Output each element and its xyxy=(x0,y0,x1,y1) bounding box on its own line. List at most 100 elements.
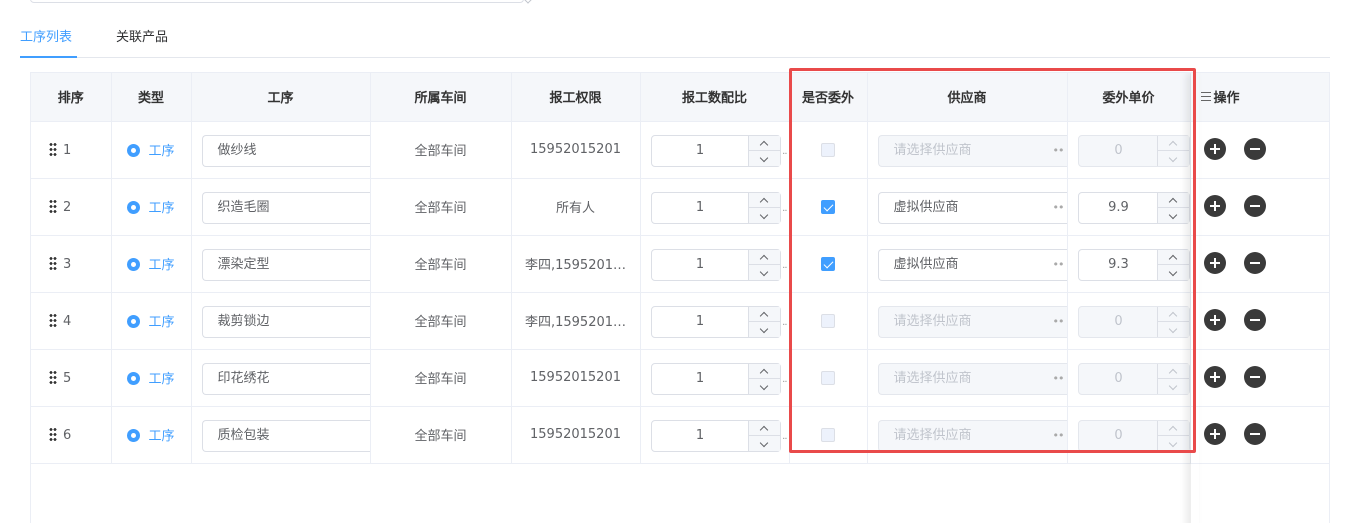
ops-cell xyxy=(1190,235,1329,293)
price-stepper[interactable]: 0 xyxy=(1077,362,1189,395)
tab-related-products[interactable]: 关联产品 xyxy=(116,22,176,58)
increment-button[interactable] xyxy=(748,193,780,208)
supplier-select[interactable]: 请选择供应商 •• xyxy=(877,134,1066,167)
add-row-icon[interactable] xyxy=(1203,251,1226,274)
increment-button[interactable] xyxy=(1157,307,1189,322)
increment-button[interactable] xyxy=(1157,421,1189,436)
supplier-value: 请选择供应商 xyxy=(893,427,972,443)
outsource-checkbox[interactable] xyxy=(821,142,835,157)
chevron-down-icon xyxy=(759,381,768,390)
remove-row-icon[interactable] xyxy=(1243,251,1266,274)
type-radio[interactable] xyxy=(127,315,141,328)
process-table: 排序 类型 工序 所属车间 报工权限 报工数配比 是否委外 供应商 委外单价 操… xyxy=(30,72,1330,523)
ratio-stepper[interactable]: 1 xyxy=(650,248,781,281)
chevron-up-icon xyxy=(1168,425,1177,434)
add-row-icon[interactable] xyxy=(1203,194,1226,217)
outsource-checkbox[interactable] xyxy=(821,199,835,214)
process-name-input[interactable]: 做纱线 xyxy=(201,134,369,167)
remove-row-icon[interactable] xyxy=(1243,137,1266,160)
process-name-input[interactable]: 裁剪锁边 xyxy=(201,305,369,338)
process-name-input[interactable]: 质检包装 xyxy=(201,419,369,452)
ratio-stepper[interactable]: 1 xyxy=(650,191,781,224)
drag-handle-icon[interactable] xyxy=(49,312,57,327)
type-radio[interactable] xyxy=(127,201,141,214)
add-row-icon[interactable] xyxy=(1203,422,1226,445)
chevron-up-icon xyxy=(759,425,768,434)
increment-button[interactable] xyxy=(748,136,780,151)
price-stepper[interactable]: 0 xyxy=(1077,134,1189,167)
price-stepper[interactable]: 9.3 xyxy=(1077,248,1189,281)
remove-row-icon[interactable] xyxy=(1243,308,1266,331)
chevron-up-icon xyxy=(1168,140,1177,149)
add-row-icon[interactable] xyxy=(1203,308,1226,331)
process-name-input[interactable]: 织造毛圈 xyxy=(201,191,369,224)
add-row-icon[interactable] xyxy=(1203,365,1226,388)
ratio-stepper[interactable]: 1 xyxy=(650,362,781,395)
price-stepper[interactable]: 9.9 xyxy=(1077,191,1189,224)
column-settings-icon[interactable] xyxy=(1200,92,1211,102)
drag-handle-icon[interactable] xyxy=(49,369,57,384)
remove-row-icon[interactable] xyxy=(1243,194,1266,217)
table-row: 4 工序 裁剪锁边 全部车间 李四,1595201… 1 ·· 请选择供应商 •• 0 xyxy=(31,292,1329,350)
tab-process-list[interactable]: 工序列表 xyxy=(20,22,77,58)
type-radio[interactable] xyxy=(127,372,141,385)
supplier-select[interactable]: 虚拟供应商 •• xyxy=(877,191,1066,224)
col-header-permission: 报工权限 xyxy=(511,73,641,122)
ellipsis-icon: ·· xyxy=(782,148,787,160)
more-icon: •• xyxy=(1052,200,1065,214)
top-select-input[interactable] xyxy=(30,0,524,3)
chevron-up-icon xyxy=(759,254,768,263)
remove-row-icon[interactable] xyxy=(1243,422,1266,445)
supplier-select[interactable]: 请选择供应商 •• xyxy=(877,362,1066,395)
process-name-input[interactable]: 印花绣花 xyxy=(201,362,369,395)
ratio-cell: 1 ·· xyxy=(640,406,790,464)
drag-handle-icon[interactable] xyxy=(49,255,57,270)
price-stepper[interactable]: 0 xyxy=(1077,419,1189,452)
ratio-stepper[interactable]: 1 xyxy=(650,305,781,338)
increment-button[interactable] xyxy=(1157,136,1189,151)
increment-button[interactable] xyxy=(748,364,780,379)
ratio-cell: 1 ·· xyxy=(640,235,790,293)
col-header-outsource: 是否委外 xyxy=(789,73,868,122)
col-header-ops: 操作 xyxy=(1190,73,1329,122)
type-radio[interactable] xyxy=(127,258,141,271)
supplier-value: 虚拟供应商 xyxy=(893,199,959,215)
drag-handle-icon[interactable] xyxy=(49,141,57,156)
price-cell: 0 xyxy=(1067,406,1191,464)
type-radio[interactable] xyxy=(127,429,141,442)
increment-button[interactable] xyxy=(748,250,780,265)
chevron-down-icon xyxy=(759,267,768,276)
supplier-select[interactable]: 虚拟供应商 •• xyxy=(877,248,1066,281)
increment-button[interactable] xyxy=(1157,250,1189,265)
ratio-stepper[interactable]: 1 xyxy=(650,134,781,167)
increment-button[interactable] xyxy=(748,421,780,436)
drag-handle-icon[interactable] xyxy=(49,426,57,441)
sort-number: 3 xyxy=(63,256,72,272)
workshop-cell: 全部车间 xyxy=(370,292,512,350)
type-cell: 工序 xyxy=(111,178,192,236)
process-name-input[interactable]: 漂染定型 xyxy=(201,248,369,281)
drag-handle-icon[interactable] xyxy=(49,198,57,213)
workshop-cell: 全部车间 xyxy=(370,349,512,407)
outsource-checkbox[interactable] xyxy=(821,427,835,442)
increment-button[interactable] xyxy=(748,307,780,322)
type-radio[interactable] xyxy=(127,144,141,157)
price-stepper[interactable]: 0 xyxy=(1077,305,1189,338)
col-header-supplier: 供应商 xyxy=(867,73,1068,122)
outsource-checkbox[interactable] xyxy=(821,370,835,385)
remove-row-icon[interactable] xyxy=(1243,365,1266,388)
increment-button[interactable] xyxy=(1157,193,1189,208)
supplier-value: 请选择供应商 xyxy=(893,370,972,386)
supplier-select[interactable]: 请选择供应商 •• xyxy=(877,305,1066,338)
ellipsis-icon: ·· xyxy=(782,433,787,445)
price-cell: 9.3 xyxy=(1067,235,1191,293)
type-label: 工序 xyxy=(148,315,175,330)
outsource-checkbox[interactable] xyxy=(821,313,835,328)
supplier-select[interactable]: 请选择供应商 •• xyxy=(877,419,1066,452)
outsource-checkbox[interactable] xyxy=(821,256,835,271)
increment-button[interactable] xyxy=(1157,364,1189,379)
ratio-stepper[interactable]: 1 xyxy=(650,419,781,452)
add-row-icon[interactable] xyxy=(1203,137,1226,160)
ops-cell xyxy=(1190,121,1329,179)
chevron-up-icon xyxy=(1168,368,1177,377)
